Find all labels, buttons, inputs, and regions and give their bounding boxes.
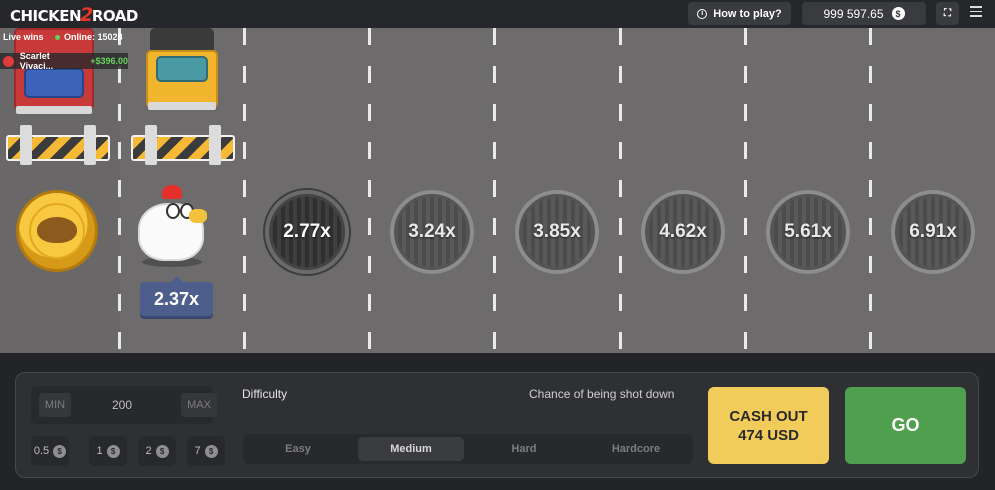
max-bet-button[interactable]: MAX [181,393,217,417]
lane-divider [243,28,246,353]
lane-multiplier: 2.77x [283,221,331,242]
difficulty-selector: Easy Medium Hard Hardcore [243,434,693,464]
live-wins-label: Live wins [3,32,44,42]
balance-value: 999 597.65 [823,6,884,21]
chip-value: 0.5 [33,445,50,457]
road: Live wins Online: 15028 Scarlet Vivaci..… [0,28,995,353]
logo: CHICKEN2ROAD [10,4,138,26]
dollar-coin-icon: $ [155,444,169,458]
top-bar: CHICKEN2ROAD i How to play? 999 597.65 $… [0,0,995,28]
chip-2[interactable]: 2 $ [138,436,176,466]
lane-divider [493,28,496,353]
chicken-character [134,183,214,267]
chip-value: 7 [194,445,201,457]
start-gold-coin [16,190,98,272]
lane-divider [869,28,872,353]
min-bet-button[interactable]: MIN [39,393,71,417]
chip-value: 1 [96,445,103,457]
live-win-entry: Scarlet Vivaci... +$396.00 [0,51,128,71]
yellow-truck [146,28,218,110]
lane-multiplier: 6.91x [909,221,957,242]
cash-out-button[interactable]: CASH OUT 474 USD [708,387,829,464]
fullscreen-icon: ⛶ [944,8,951,19]
fullscreen-button[interactable]: ⛶ [936,2,959,25]
difficulty-hardcore[interactable]: Hardcore [583,437,689,461]
dollar-coin-icon: $ [53,444,67,458]
difficulty-label: Difficulty [242,387,288,401]
winner-amount: +$396.00 [90,56,128,66]
online-counter: Online: 15028 [55,32,123,42]
chip-value: 2 [145,445,152,457]
online-dot-icon [55,35,60,40]
how-to-play-label: How to play? [713,7,782,20]
lane-multiplier: 5.61x [784,221,832,242]
lane-manhole-4[interactable]: 4.62x [641,190,725,274]
logo-chicken: CHICKEN [10,7,82,25]
control-panel: MIN 200 MAX 0.5 $ 1 $ 2 $ 7 $ Difficulty Cha… [15,372,979,478]
barrier [6,125,110,165]
lane-manhole-6[interactable]: 6.91x [891,190,975,274]
dollar-coin-icon: $ [204,444,218,458]
bet-amount-input[interactable]: 200 [91,386,153,424]
logo-road: ROAD [91,7,138,25]
chip-7[interactable]: 7 $ [187,436,225,466]
chip-0-5[interactable]: 0.5 $ [31,436,69,466]
online-count: Online: 15028 [64,32,123,42]
avatar [3,55,14,67]
lane-multiplier: 3.85x [533,221,581,242]
difficulty-easy[interactable]: Easy [245,437,351,461]
lane-manhole-3[interactable]: 3.85x [515,190,599,274]
lane-manhole-1[interactable]: 2.77x [265,190,349,274]
chance-label: Chance of being shot down [529,387,675,401]
winner-name: Scarlet Vivaci... [19,51,54,71]
cashout-label: CASH OUT [729,407,808,425]
difficulty-medium[interactable]: Medium [358,437,464,461]
go-button[interactable]: GO [845,387,966,464]
roast-chicken-icon [37,217,77,243]
dollar-coin-icon: $ [106,444,120,458]
game-app: CHICKEN2ROAD i How to play? 999 597.65 $… [0,0,995,490]
dollar-coin-icon: $ [891,7,905,20]
balance-display: 999 597.65 $ [802,2,926,25]
lane-manhole-5[interactable]: 5.61x [766,190,850,274]
lane-multiplier: 3.24x [408,221,456,242]
lane-manhole-2[interactable]: 3.24x [390,190,474,274]
lane-divider [368,28,371,353]
cashout-amount: 474 USD [738,426,799,444]
barrier [131,125,235,165]
current-multiplier-badge: 2.37x [140,276,213,316]
lane-divider [118,28,121,353]
difficulty-hard[interactable]: Hard [471,437,577,461]
how-to-play-button[interactable]: i How to play? [688,2,791,25]
menu-icon[interactable] [970,6,982,20]
lane-divider [744,28,747,353]
chip-1[interactable]: 1 $ [89,436,127,466]
bet-amount-box: MIN 200 MAX [31,386,217,424]
info-icon: i [697,8,708,19]
lane-divider [619,28,622,353]
lane-multiplier: 4.62x [659,221,707,242]
